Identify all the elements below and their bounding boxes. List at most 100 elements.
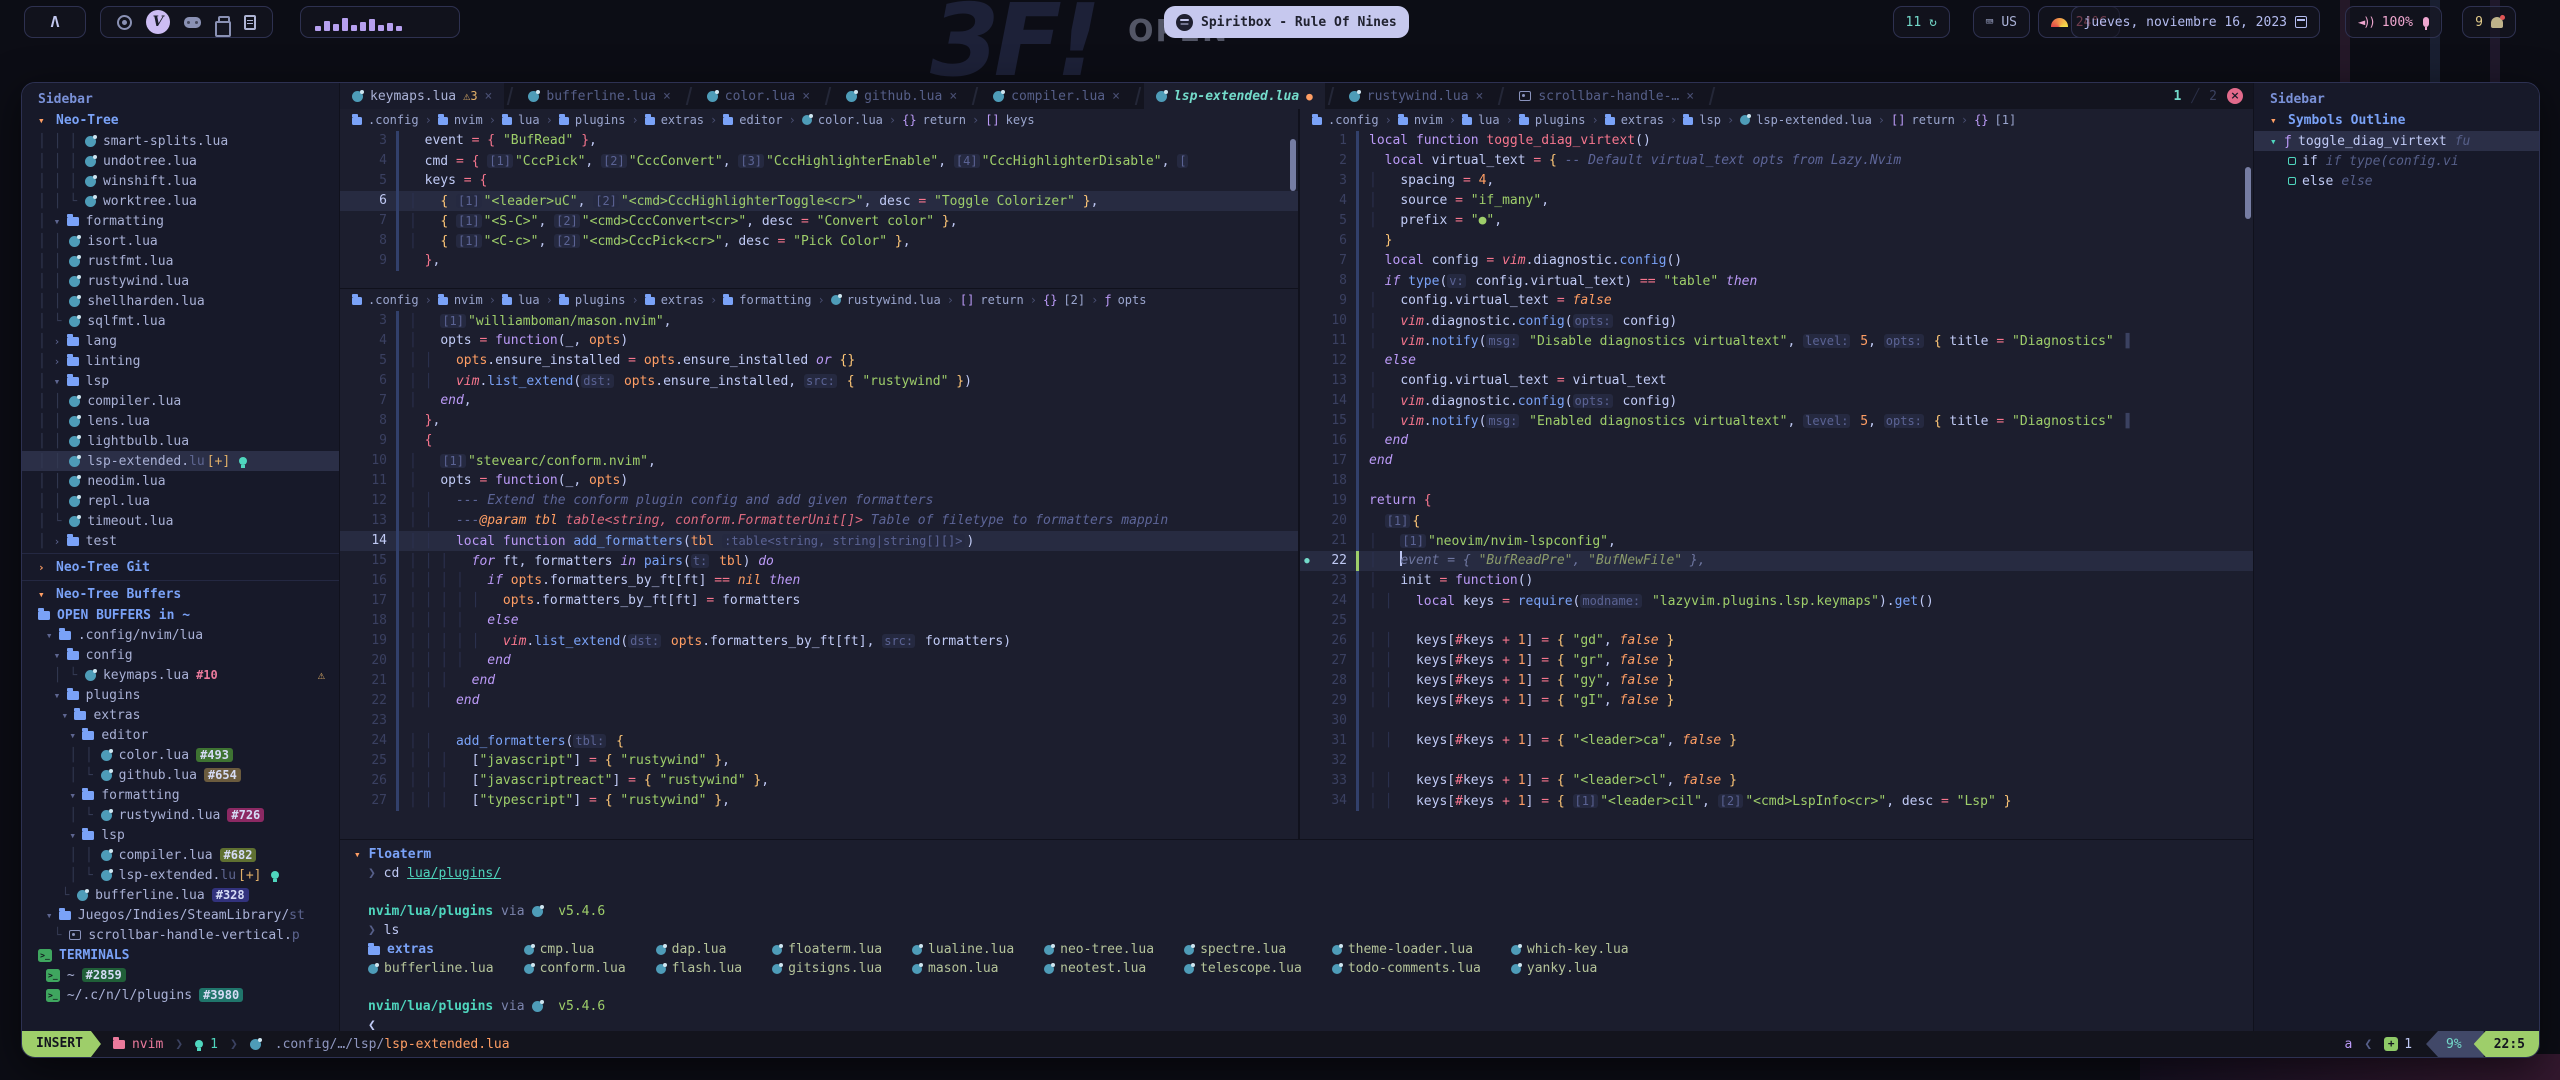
tab-color.lua[interactable]: color.lua×	[695, 83, 822, 109]
code-line-22[interactable]: ●22│ event = { "BufReadPre", "BufNewFile…	[1300, 551, 2253, 571]
code-line-5[interactable]: 5 keys = {	[340, 171, 1298, 191]
tree-item-compiler.lua[interactable]: │ │ compiler.lua#682	[22, 845, 339, 865]
code-line-6[interactable]: 6 }	[1300, 231, 2253, 251]
workspace-active-nvim-icon[interactable]: V	[146, 10, 170, 34]
code-line-23[interactable]: 23│ init = function()	[1300, 571, 2253, 591]
section-header-neo-tree-git[interactable]: ›Neo-Tree Git	[22, 556, 339, 578]
code-line-31[interactable]: 31│ │ keys[#keys + 1] = { "<leader>ca", …	[1300, 731, 2253, 751]
tab-close-icon[interactable]: ×	[1686, 89, 1694, 104]
outline-item-else[interactable]: elseelse	[2254, 171, 2539, 191]
code-line-3[interactable]: 3 event = { "BufRead" },	[340, 131, 1298, 151]
code-line-30[interactable]: 30	[1300, 711, 2253, 731]
code-line-14[interactable]: 14│ vim.diagnostic.config(opts: config)	[1300, 391, 2253, 411]
code-line-13[interactable]: 13│ │ ---@param tbl table<string, confor…	[340, 511, 1298, 531]
tab-keymaps.lua[interactable]: keymaps.lua⚠3×	[340, 83, 504, 109]
code-line-12[interactable]: 12│ │ --- Extend the conform plugin conf…	[340, 491, 1298, 511]
tree-item-repl.lua[interactable]: │ │ repl.lua	[22, 491, 339, 511]
code-line-7[interactable]: 7│ { [1]"<S-C>", [2]"<cmd>CccConvert<cr>…	[340, 211, 1298, 231]
clock-widget[interactable]: jueves, noviembre 16, 2023	[2071, 6, 2321, 38]
code-line-8[interactable]: 8 },	[340, 411, 1298, 431]
code-line-26[interactable]: 26│ │ │ ["javascriptreact"] = { "rustywi…	[340, 771, 1298, 791]
tree-item-isort.lua[interactable]: │ │ isort.lua	[22, 231, 339, 251]
tab-scrollbar-handle--[interactable]: scrollbar-handle-…×	[1507, 83, 1706, 109]
floaterm-header[interactable]: ▾Floaterm	[354, 844, 2253, 864]
tree-item-formatting[interactable]: ▾formatting	[22, 785, 339, 805]
launcher-button[interactable]: Λ	[24, 6, 86, 38]
notifications-widget[interactable]: 9	[2462, 6, 2516, 38]
tab-close-icon[interactable]: ×	[802, 89, 810, 104]
scrollbar-handle[interactable]	[1290, 139, 1296, 191]
code-line-16[interactable]: 16 end	[1300, 431, 2253, 451]
code-line-1[interactable]: 1local function toggle_diag_virtext()	[1300, 131, 2253, 151]
floaterm-panel[interactable]: ▾Floaterm❯ cd lua/plugins/ nvim/lua/plug…	[340, 839, 2253, 1031]
code-line-10[interactable]: 10│ [1]"stevearc/conform.nvim",	[340, 451, 1298, 471]
workspace-windows-icon[interactable]	[218, 16, 230, 28]
outline-item-if[interactable]: ifif type(config.vi	[2254, 151, 2539, 171]
tab-close-icon[interactable]: ×	[1112, 89, 1120, 104]
tree-item-~-.c-n-l-plugins[interactable]: >_~/.c/n/l/plugins#3980	[22, 985, 339, 1005]
code-line-23[interactable]: 23	[340, 711, 1298, 731]
code-line-8[interactable]: 8 if type(v: config.virtual_text) == "ta…	[1300, 271, 2253, 291]
code-line-4[interactable]: 4 cmd = { [1]"CccPick", [2]"CccConvert",…	[340, 151, 1298, 171]
keyboard-layout-widget[interactable]: ⌨ US	[1973, 6, 2030, 38]
code-line-6[interactable]: 6│ │ vim.list_extend(dst: opts.ensure_in…	[340, 371, 1298, 391]
code-line-27[interactable]: 27│ │ │ ["typescript"] = { "rustywind" }…	[340, 791, 1298, 811]
tree-item-timeout.lua[interactable]: │ └ timeout.lua	[22, 511, 339, 531]
code-line-18[interactable]: 18	[1300, 471, 2253, 491]
code-line-15[interactable]: 15│ │ │ for ft, formatters in pairs(t: t…	[340, 551, 1298, 571]
volume-widget[interactable]: ◄)) 100%	[2345, 6, 2442, 38]
tree-item-scrollbar-handle-vertical.p[interactable]: └ scrollbar-handle-vertical.p	[22, 925, 339, 945]
tree-item-OPEN-BUFFERS-in-~[interactable]: OPEN BUFFERS in ~	[22, 605, 339, 625]
tree-item-.config-nvim-lua[interactable]: ▾.config/nvim/lua	[22, 625, 339, 645]
code-line-21[interactable]: 21│ │ │ end	[340, 671, 1298, 691]
code-line-5[interactable]: 5│ │ opts.ensure_installed = opts.ensure…	[340, 351, 1298, 371]
outline-item-toggle_diag_virtext[interactable]: ▾ƒtoggle_diag_virtextfu	[2254, 131, 2539, 151]
code-line-8[interactable]: 8│ { [1]"<C-c>", [2]"<cmd>CccPick<cr>", …	[340, 231, 1298, 251]
workspace-games-icon[interactable]	[184, 17, 201, 28]
tree-item-extras[interactable]: ▾extras	[22, 705, 339, 725]
code-line-21[interactable]: 21│ [1]"neovim/nvim-lspconfig",	[1300, 531, 2253, 551]
close-buffer-button[interactable]: ×	[2227, 88, 2243, 104]
tab-bufferline.lua[interactable]: bufferline.lua×	[516, 83, 682, 109]
tree-item-formatting[interactable]: │ ▾formatting	[22, 211, 339, 231]
tab-lsp-extended.lua[interactable]: lsp-extended.lua●	[1144, 83, 1325, 109]
code-line-18[interactable]: 18│ │ │ │ else	[340, 611, 1298, 631]
code-line-7[interactable]: 7 local config = vim.diagnostic.config()	[1300, 251, 2253, 271]
tab-compiler.lua[interactable]: compiler.lua×	[981, 83, 1132, 109]
workspace-docs-icon[interactable]	[244, 15, 256, 30]
tab-github.lua[interactable]: github.lua×	[834, 83, 969, 109]
section-header-neo-tree-buffers[interactable]: ▾Neo-Tree Buffers	[22, 583, 339, 605]
tree-item-rustywind.lua[interactable]: │ │ rustywind.lua	[22, 271, 339, 291]
section-header-neo-tree[interactable]: ▾Neo-Tree	[22, 109, 339, 131]
code-line-17[interactable]: 17│ │ │ │ │ opts.formatters_by_ft[ft] = …	[340, 591, 1298, 611]
code-line-34[interactable]: 34│ │ keys[#keys + 1] = { [1]"<leader>ci…	[1300, 791, 2253, 811]
code-line-27[interactable]: 27│ │ keys[#keys + 1] = { "gr", false }	[1300, 651, 2253, 671]
tab-page-current[interactable]: 1	[2174, 89, 2182, 104]
tab-rustywind.lua[interactable]: rustywind.lua×	[1337, 83, 1496, 109]
tree-item-shellharden.lua[interactable]: │ │ shellharden.lua	[22, 291, 339, 311]
tree-item-github.lua[interactable]: │ └ github.lua#654	[22, 765, 339, 785]
code-line-4[interactable]: 4│ opts = function(_, opts)	[340, 331, 1298, 351]
tab-close-icon[interactable]: ×	[485, 89, 493, 104]
tab-page-next[interactable]: 2	[2209, 89, 2217, 104]
tree-item-lsp-extended.lu[interactable]: │ │ lsp-extended.lu[+]	[22, 451, 339, 471]
tab-close-icon[interactable]: ×	[663, 89, 671, 104]
tree-item-rustywind.lua[interactable]: │ └ rustywind.lua#726	[22, 805, 339, 825]
code-line-20[interactable]: 20 [1]{	[1300, 511, 2253, 531]
code-line-16[interactable]: 16│ │ │ │ if opts.formatters_by_ft[ft] =…	[340, 571, 1298, 591]
code-line-17[interactable]: 17end	[1300, 451, 2253, 471]
tree-item-worktree.lua[interactable]: │ │ └ worktree.lua	[22, 191, 339, 211]
tree-item-lang[interactable]: │ ›lang	[22, 331, 339, 351]
code-line-10[interactable]: 10│ vim.diagnostic.config(opts: config)	[1300, 311, 2253, 331]
tree-item-lsp[interactable]: ▾lsp	[22, 825, 339, 845]
tree-item-Juegos-Indies-SteamLibrary-st[interactable]: ▾Juegos/Indies/SteamLibrary/st	[22, 905, 339, 925]
code-line-3[interactable]: 3│ spacing = 4,	[1300, 171, 2253, 191]
tab-close-icon[interactable]: ×	[1476, 89, 1484, 104]
tree-item-lens.lua[interactable]: │ │ lens.lua	[22, 411, 339, 431]
tree-item-linting[interactable]: │ ›linting	[22, 351, 339, 371]
tree-item-~[interactable]: >_~#2859	[22, 965, 339, 985]
code-line-6[interactable]: 6│ { [1]"<leader>uC", [2]"<cmd>CccHighli…	[340, 191, 1298, 211]
code-line-33[interactable]: 33│ │ keys[#keys + 1] = { "<leader>cl", …	[1300, 771, 2253, 791]
code-line-4[interactable]: 4│ source = "if_many",	[1300, 191, 2253, 211]
tree-item-editor[interactable]: ▾editor	[22, 725, 339, 745]
